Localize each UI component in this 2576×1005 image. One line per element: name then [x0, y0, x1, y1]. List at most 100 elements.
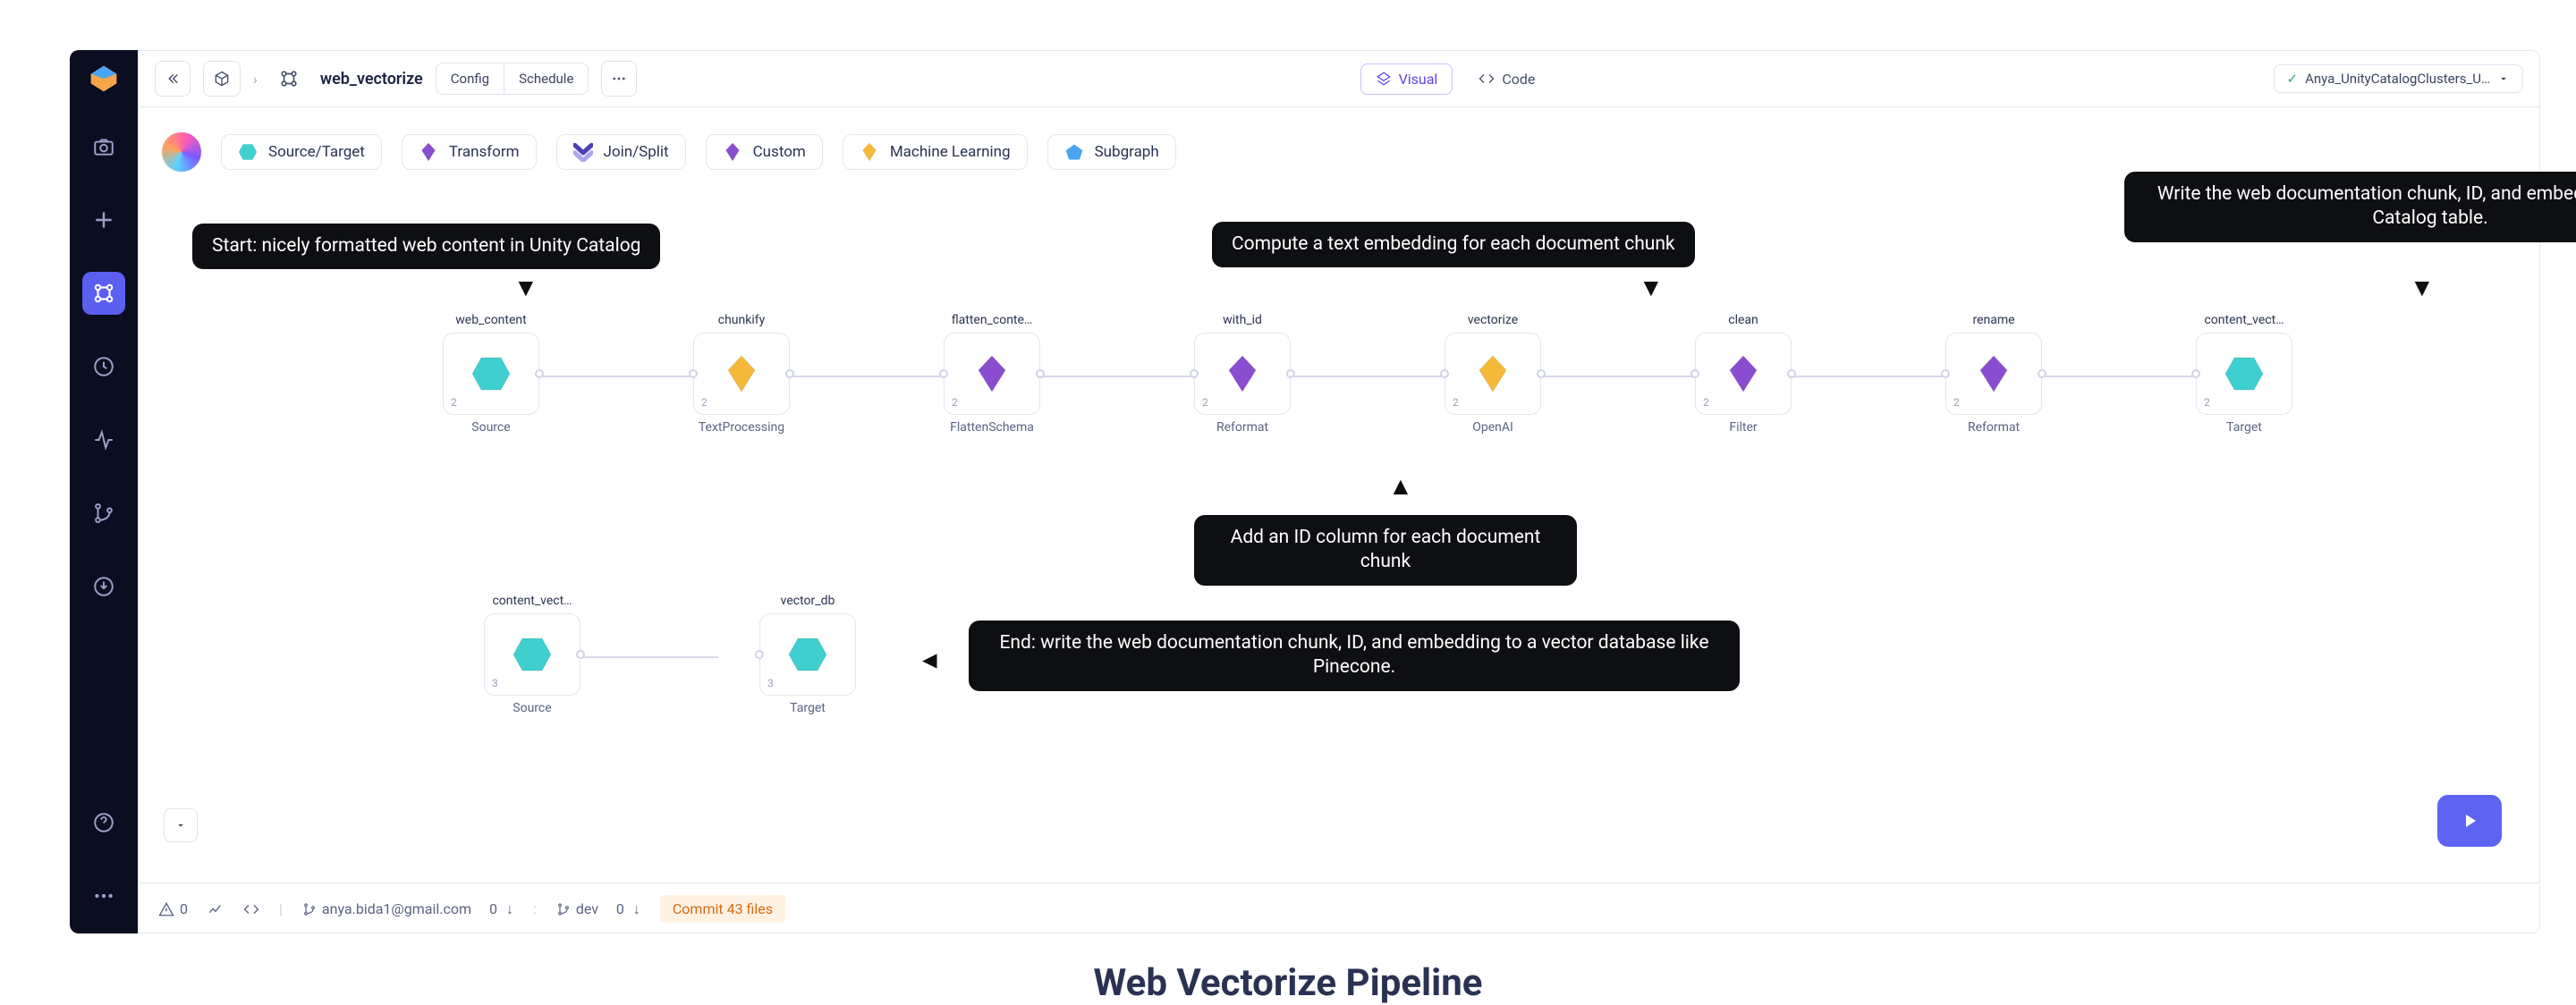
breadcrumb-chevron: ›	[253, 71, 258, 88]
node-count: 2	[701, 396, 708, 409]
palette-subgraph[interactable]: Subgraph	[1047, 134, 1176, 170]
node-type: FlattenSchema	[944, 420, 1040, 435]
arrow-down-icon: ▼	[513, 273, 538, 302]
node-vector-db[interactable]: vector_db 3 Target	[759, 594, 856, 715]
node-chunkify[interactable]: chunkify 2 TextProcessing	[693, 313, 790, 435]
node-box[interactable]: 2	[693, 333, 790, 415]
port-out[interactable]	[1286, 369, 1295, 378]
node-count: 2	[1453, 396, 1459, 409]
node-label-top: web_content	[443, 313, 539, 327]
port-out[interactable]	[785, 369, 794, 378]
node-box[interactable]: 2	[1194, 333, 1291, 415]
node-box[interactable]: 2	[944, 333, 1040, 415]
cluster-select[interactable]: ✓ Anya_UnityCatalogClusters_U…	[2274, 64, 2523, 93]
node-type: Reformat	[1945, 420, 2042, 435]
node-label-top: clean	[1695, 313, 1792, 327]
node-count: 2	[1953, 396, 1960, 409]
collapse-button[interactable]	[155, 61, 191, 97]
node-count: 3	[492, 677, 498, 689]
callout-target1: Write the web documentation chunk, ID, a…	[2124, 172, 2576, 242]
node-box[interactable]: 2	[1945, 333, 2042, 415]
node-rename[interactable]: rename 2 Reformat	[1945, 313, 2042, 435]
config-button[interactable]: Config	[436, 63, 504, 94]
more-actions-button[interactable]	[601, 61, 637, 97]
port-in[interactable]	[2191, 369, 2200, 378]
branch-changes: 0	[616, 900, 624, 917]
plus-icon[interactable]	[82, 198, 125, 241]
more-icon[interactable]	[82, 874, 125, 917]
pipeline-icon[interactable]	[82, 272, 125, 315]
node-flatten-conte-[interactable]: flatten_conte… 2 FlattenSchema	[944, 313, 1040, 435]
node-box[interactable]: 2	[2196, 333, 2292, 415]
palette-machine-learning[interactable]: Machine Learning	[843, 134, 1028, 170]
palette-transform[interactable]: Transform	[402, 134, 537, 170]
node-clean[interactable]: clean 2 Filter	[1695, 313, 1792, 435]
callout-vectorize: Compute a text embedding for each docume…	[1212, 222, 1695, 267]
node-count: 2	[1703, 396, 1709, 409]
port-in[interactable]	[1941, 369, 1950, 378]
port-in[interactable]	[689, 369, 698, 378]
port-in[interactable]	[1690, 369, 1699, 378]
visual-label: Visual	[1399, 71, 1438, 88]
node-vectorize[interactable]: vectorize 2 OpenAI	[1445, 313, 1541, 435]
download-icon[interactable]	[82, 565, 125, 608]
node-type: OpenAI	[1445, 420, 1541, 435]
history-icon[interactable]	[82, 345, 125, 388]
arrow-up-icon: ▼	[1388, 474, 1413, 503]
git-branch[interactable]: dev 0 ↓	[556, 900, 640, 918]
port-out[interactable]	[576, 650, 585, 659]
cube-button[interactable]	[203, 61, 241, 97]
node-type: TextProcessing	[693, 420, 790, 435]
activity-icon[interactable]	[82, 418, 125, 461]
branch-icon[interactable]	[82, 492, 125, 535]
commit-button[interactable]: Commit 43 files	[660, 895, 785, 923]
arrow-left-icon: ▼	[916, 649, 945, 674]
metrics-icon[interactable]	[208, 901, 224, 917]
port-in[interactable]	[1440, 369, 1449, 378]
branch-name: dev	[576, 900, 598, 917]
node-box[interactable]: 3	[759, 613, 856, 696]
run-button[interactable]	[2437, 795, 2502, 847]
node-content-vect-[interactable]: content_vect… 3 Source	[484, 594, 580, 715]
node-box[interactable]: 2	[1445, 333, 1541, 415]
port-out[interactable]	[535, 369, 544, 378]
help-icon[interactable]	[82, 801, 125, 844]
app-logo	[88, 63, 120, 95]
palette-source-target[interactable]: Source/Target	[221, 134, 382, 170]
node-count: 3	[767, 677, 774, 689]
palette-custom[interactable]: Custom	[706, 134, 823, 170]
schedule-button[interactable]: Schedule	[504, 63, 588, 94]
node-type: Target	[759, 701, 856, 715]
node-box[interactable]: 2	[443, 333, 539, 415]
node-box[interactable]: 3	[484, 613, 580, 696]
code-icon[interactable]	[243, 901, 259, 917]
cluster-name: Anya_UnityCatalogClusters_U…	[2305, 71, 2490, 87]
node-content-vect-[interactable]: content_vect… 2 Target	[2196, 313, 2292, 435]
port-out[interactable]	[1036, 369, 1045, 378]
arrow-down-icon: ▼	[2410, 273, 2435, 302]
port-in[interactable]	[939, 369, 948, 378]
port-in[interactable]	[1190, 369, 1199, 378]
user-email: anya.bida1@gmail.com	[322, 900, 471, 917]
camera-icon[interactable]	[82, 125, 125, 168]
user-branch[interactable]: anya.bida1@gmail.com 0 ↓	[302, 900, 513, 918]
palette-join-split[interactable]: Join/Split	[556, 134, 686, 170]
user-changes: 0	[489, 900, 497, 917]
warnings-indicator[interactable]: 0	[158, 900, 188, 917]
visual-view-button[interactable]: Visual	[1360, 63, 1453, 95]
node-with-id[interactable]: with_id 2 Reformat	[1194, 313, 1291, 435]
pipeline-breadcrumb-icon[interactable]	[270, 61, 308, 97]
node-web-content[interactable]: web_content 2 Source	[443, 313, 539, 435]
zoom-dropdown-button[interactable]	[164, 808, 198, 842]
arrow-down-icon: ▼	[1639, 273, 1664, 302]
canvas[interactable]: Source/Target Transform Join/Split Custom Ma…	[138, 107, 2540, 883]
port-out[interactable]	[1787, 369, 1796, 378]
port-out[interactable]	[2038, 369, 2046, 378]
palette-orb[interactable]	[162, 132, 201, 172]
figure-caption: Web Vectorize Pipeline	[0, 961, 2576, 1005]
code-view-button[interactable]: Code	[1463, 63, 1550, 95]
node-box[interactable]: 2	[1695, 333, 1792, 415]
port-out[interactable]	[1537, 369, 1546, 378]
node-label-top: content_vect…	[2196, 313, 2292, 327]
port-in[interactable]	[755, 650, 764, 659]
